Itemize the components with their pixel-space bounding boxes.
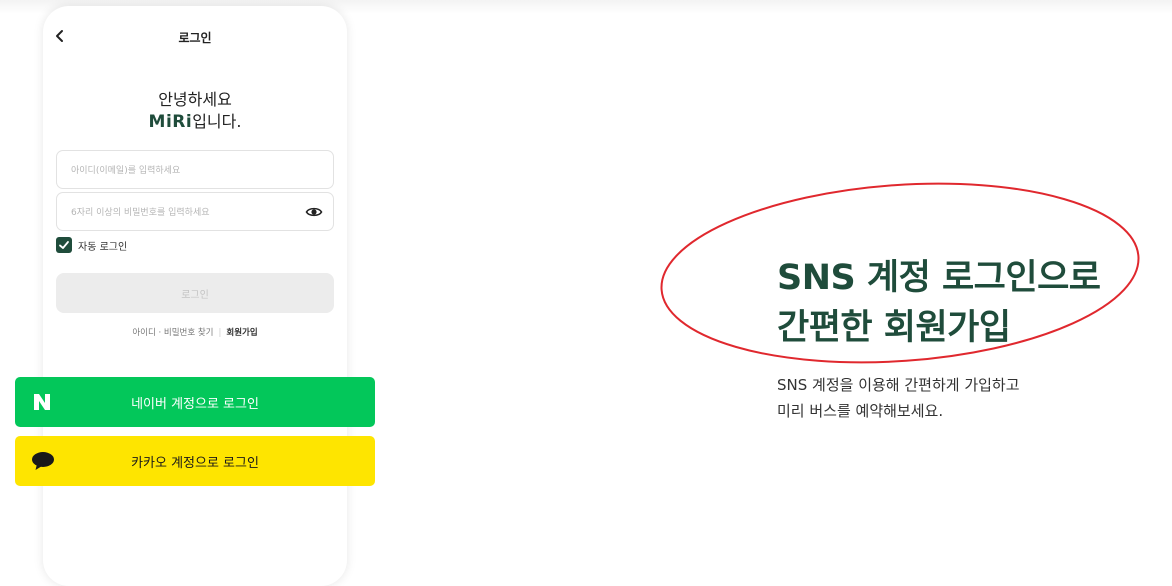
show-password-button[interactable]: [305, 203, 323, 221]
checkmark-icon: [59, 241, 69, 249]
login-header: 로그인: [43, 26, 347, 50]
eye-icon: [305, 207, 323, 217]
greeting: 안녕하세요 MiRi입니다.: [43, 90, 347, 134]
promo-description: SNS 계정을 이용해 간편하게 가입하고 미리 버스를 예약해보세요.: [777, 372, 1137, 424]
auto-login-checkbox[interactable]: [56, 237, 72, 253]
promo-title-line1: SNS 계정 로그인으로: [777, 258, 1101, 298]
brand-logo: MiRi: [148, 112, 193, 132]
password-input[interactable]: [69, 193, 293, 232]
password-field: [56, 192, 334, 232]
page-title: 로그인: [178, 31, 212, 45]
account-links: 아이디 · 비밀번호 찾기 | 회원가입: [43, 326, 347, 338]
link-divider: |: [218, 328, 222, 338]
id-input[interactable]: [69, 151, 293, 190]
phone-mockup: 로그인 안녕하세요 MiRi입니다. 자동 로그인 로그인 아이디 · 비밀번호…: [43, 6, 347, 586]
id-field: [56, 150, 334, 190]
promo-title: SNS 계정 로그인으로 간편한 회원가입: [777, 253, 1157, 353]
promo-desc-line1: SNS 계정을 이용해 간편하게 가입하고: [777, 376, 1020, 394]
naver-logo-icon: [31, 392, 53, 412]
greeting-line1: 안녕하세요: [158, 90, 232, 109]
speech-bubble-icon: [31, 451, 54, 471]
signup-link[interactable]: 회원가입: [226, 328, 257, 338]
kakao-login-label: 카카오 계정으로 로그인: [131, 455, 259, 471]
kakao-login-button[interactable]: 카카오 계정으로 로그인: [15, 436, 375, 486]
naver-login-button[interactable]: 네이버 계정으로 로그인: [15, 377, 375, 427]
naver-login-label: 네이버 계정으로 로그인: [131, 396, 259, 412]
find-id-password-link[interactable]: 아이디 · 비밀번호 찾기: [132, 328, 213, 338]
login-button[interactable]: 로그인: [56, 273, 334, 313]
promo-desc-line2: 미리 버스를 예약해보세요.: [777, 402, 944, 420]
promo-title-line2: 간편한 회원가입: [777, 308, 1011, 348]
auto-login-toggle[interactable]: 자동 로그인: [56, 237, 127, 253]
auto-login-label: 자동 로그인: [78, 241, 128, 253]
greeting-line2: MiRi입니다.: [43, 110, 347, 134]
greeting-suffix: 입니다.: [192, 112, 242, 131]
